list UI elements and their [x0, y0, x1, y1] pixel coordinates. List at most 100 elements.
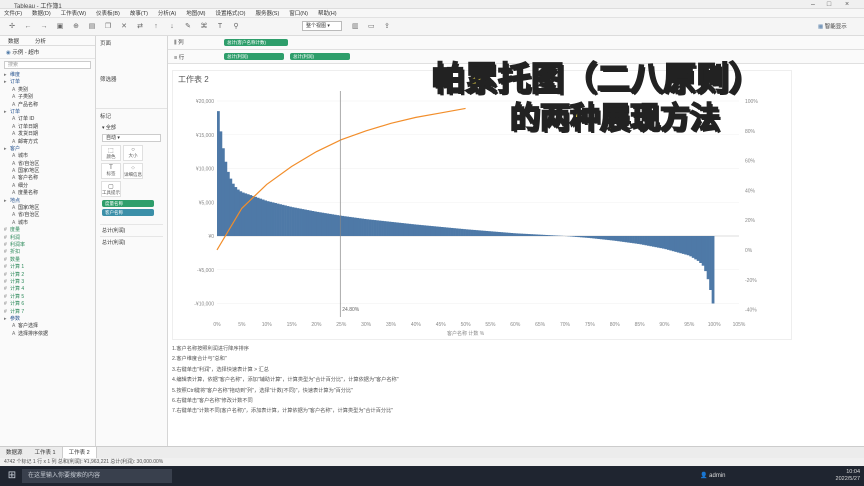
profit-bar[interactable] — [629, 236, 633, 243]
profit-bar[interactable] — [294, 207, 297, 236]
field-item[interactable]: A 度量名称 — [4, 190, 91, 197]
profit-bar[interactable] — [450, 227, 454, 236]
profit-bar[interactable] — [482, 230, 486, 236]
profit-bar[interactable] — [244, 193, 248, 236]
profit-bar[interactable] — [304, 209, 307, 236]
profit-bar[interactable] — [686, 236, 690, 256]
field-search-input[interactable]: 搜索 — [4, 61, 91, 69]
field-item[interactable]: # 计算 5 — [4, 294, 91, 301]
menu-item[interactable]: 服务器(S) — [255, 9, 279, 17]
filters-shelf[interactable]: 筛选器 — [96, 72, 167, 86]
profit-bar[interactable] — [328, 213, 332, 236]
highlight-icon[interactable]: ✎ — [184, 23, 192, 31]
field-item[interactable]: # 度量 — [4, 227, 91, 234]
profit-bar[interactable] — [547, 235, 551, 236]
profit-bar[interactable] — [604, 236, 608, 240]
profit-bar[interactable] — [502, 232, 506, 236]
profit-bar[interactable] — [569, 236, 573, 237]
swap-icon[interactable]: ⇄ — [136, 23, 144, 31]
profit-bar[interactable] — [512, 233, 516, 236]
profit-bar[interactable] — [537, 234, 541, 236]
new-sheet-icon[interactable]: ▤ — [88, 23, 96, 31]
profit-bar[interactable] — [659, 236, 663, 249]
profit-bar[interactable] — [468, 229, 471, 236]
profit-bar[interactable] — [542, 234, 546, 236]
profit-bar[interactable] — [455, 228, 459, 236]
profit-bar[interactable] — [448, 227, 451, 236]
profit-bar[interactable] — [639, 236, 643, 245]
profit-bar[interactable] — [594, 236, 598, 239]
profit-bar[interactable] — [415, 224, 419, 236]
field-item[interactable]: # 折扣 — [4, 249, 91, 256]
menu-item[interactable]: 设置格式(O) — [216, 9, 246, 17]
field-item[interactable]: A 选择排序依据 — [4, 331, 91, 338]
profit-bar[interactable] — [428, 225, 432, 236]
profit-bar[interactable] — [423, 225, 427, 236]
profit-bar[interactable] — [276, 203, 280, 236]
profit-bar[interactable] — [637, 236, 640, 244]
profit-bar[interactable] — [259, 198, 263, 236]
menu-item[interactable]: 地图(M) — [186, 9, 205, 17]
profit-bar[interactable] — [425, 225, 429, 236]
profit-bar[interactable] — [393, 222, 397, 236]
rows-pill[interactable]: 总计(利润) — [290, 53, 350, 60]
profit-bar[interactable] — [279, 204, 282, 236]
profit-bar[interactable] — [445, 227, 449, 236]
profit-bar[interactable] — [463, 229, 466, 236]
profit-bar[interactable] — [492, 231, 496, 236]
marks-all[interactable]: ▾ 全部 — [96, 123, 167, 132]
profit-bar[interactable] — [460, 228, 464, 236]
mark-type-select[interactable]: 自动 ▾ — [102, 134, 161, 142]
profit-bar[interactable] — [545, 234, 548, 236]
profit-bar[interactable] — [587, 236, 591, 238]
field-item[interactable]: A 城市 — [4, 153, 91, 160]
profit-bar[interactable] — [323, 213, 327, 236]
profit-bar[interactable] — [306, 210, 310, 236]
profit-bar[interactable] — [666, 236, 670, 250]
profit-bar[interactable] — [522, 233, 526, 236]
profit-bar[interactable] — [331, 214, 335, 236]
profit-bar[interactable] — [356, 217, 359, 236]
profit-bar[interactable] — [311, 210, 315, 236]
profit-bar[interactable] — [624, 236, 628, 243]
columns-shelf[interactable]: ⫼ 列 总计(客户名称计数) — [168, 36, 864, 50]
maximize-icon[interactable]: □ — [822, 0, 836, 9]
profit-bar[interactable] — [286, 206, 290, 236]
sheet-tab[interactable]: 数据源 — [0, 447, 29, 459]
profit-bar[interactable] — [395, 222, 399, 237]
profit-bar[interactable] — [632, 236, 635, 244]
profit-bar[interactable] — [612, 236, 616, 241]
profit-bar[interactable] — [405, 223, 409, 236]
field-item[interactable]: # 计算 6 — [4, 301, 91, 308]
profit-bar[interactable] — [535, 234, 538, 236]
profit-bar[interactable] — [574, 236, 578, 237]
profit-bar[interactable] — [231, 183, 235, 236]
field-item[interactable]: A 邮寄方式 — [4, 139, 91, 146]
profit-bar[interactable] — [388, 221, 392, 236]
profit-bar[interactable] — [361, 218, 364, 236]
windows-start-icon[interactable]: ⊞ — [6, 470, 18, 482]
profit-bar[interactable] — [348, 216, 352, 236]
profit-bar[interactable] — [254, 196, 258, 236]
label-icon[interactable]: T — [216, 23, 224, 31]
profit-bar[interactable] — [694, 236, 698, 260]
close-icon[interactable]: × — [840, 0, 854, 9]
profit-bar[interactable] — [291, 207, 295, 236]
profit-bar[interactable] — [520, 233, 524, 236]
profit-bar[interactable] — [226, 171, 230, 236]
profit-bar[interactable] — [627, 236, 630, 243]
profit-bar[interactable] — [691, 236, 695, 258]
profit-bar[interactable] — [435, 226, 439, 236]
profit-bar[interactable] — [704, 236, 707, 272]
profit-bar[interactable] — [371, 219, 374, 236]
profit-bar[interactable] — [239, 191, 243, 236]
profit-bar[interactable] — [433, 226, 437, 236]
profit-bar[interactable] — [676, 236, 680, 253]
profit-bar[interactable] — [597, 236, 601, 239]
profit-bar[interactable] — [271, 202, 275, 236]
profit-bar[interactable] — [490, 231, 494, 236]
profit-bar[interactable] — [701, 236, 705, 266]
profit-bar[interactable] — [642, 236, 645, 245]
profit-bar[interactable] — [485, 230, 489, 236]
profit-bar[interactable] — [671, 236, 675, 252]
